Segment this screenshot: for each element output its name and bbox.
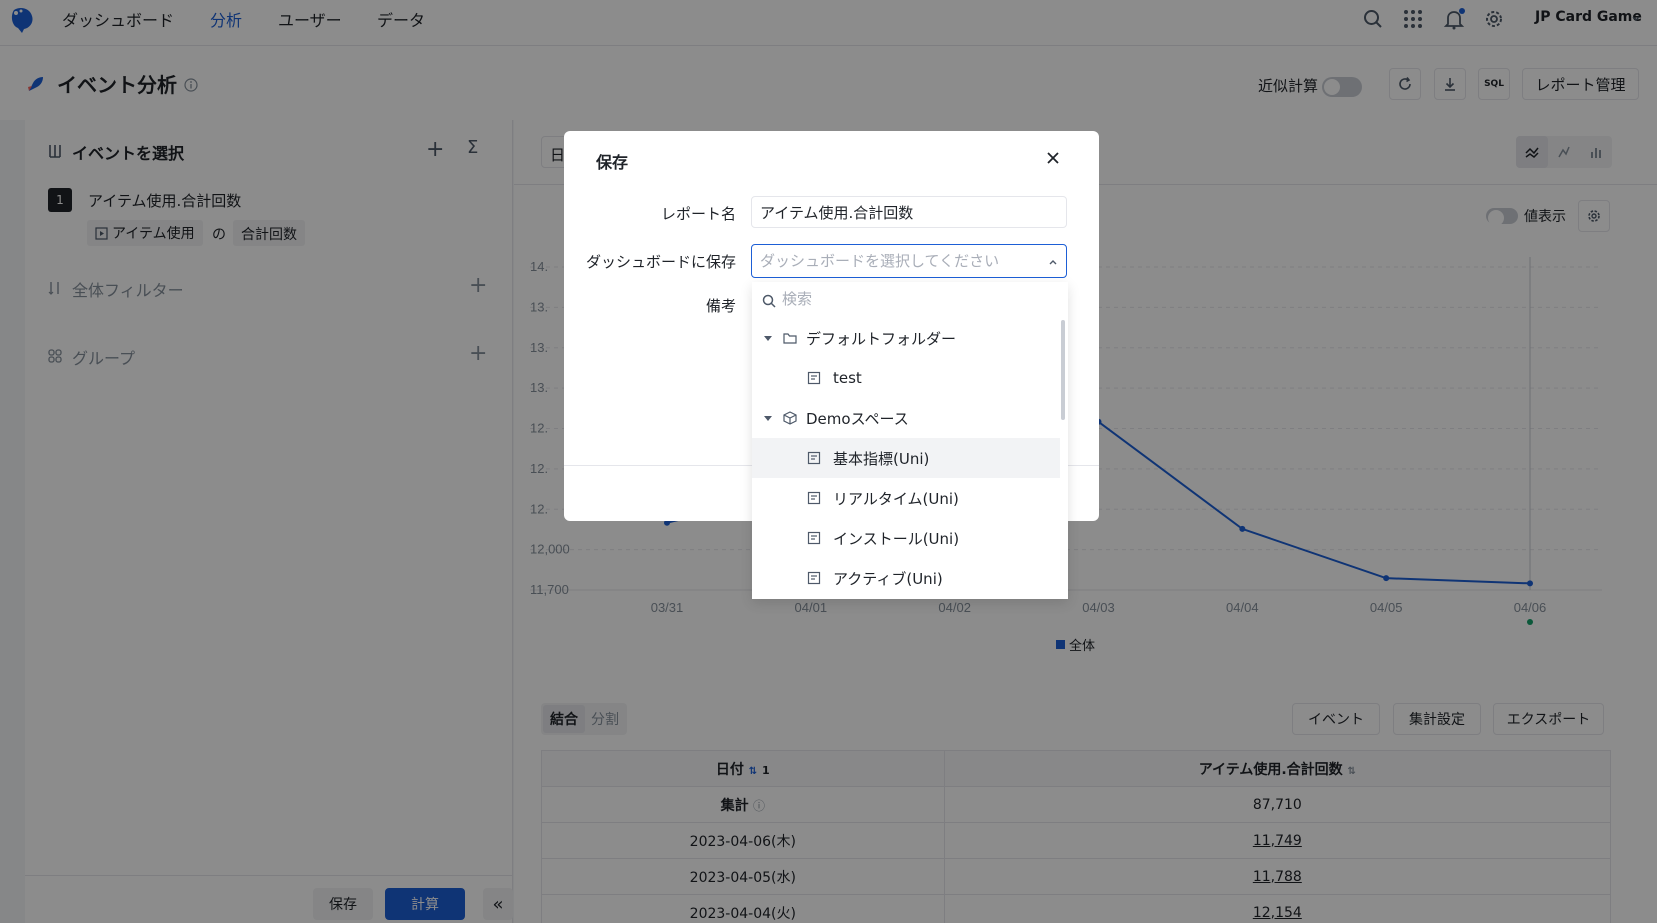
tree-item-test[interactable]: test [752, 358, 1060, 398]
folder-icon [783, 333, 797, 344]
tree-item-label: デフォルトフォルダー [806, 329, 957, 348]
dashboard-icon [807, 371, 821, 385]
tree-item-label: アクティブ(Uni) [833, 569, 943, 588]
cube-icon [783, 411, 797, 425]
dropdown-search-input[interactable] [782, 290, 1032, 308]
tree-item-active[interactable]: アクティブ(Uni) [752, 558, 1060, 598]
close-icon[interactable] [1042, 147, 1064, 169]
tree-item-label: Demoスペース [806, 409, 909, 428]
dashboard-icon [807, 491, 821, 505]
tree-item-label: インストール(Uni) [833, 529, 960, 548]
chevron-up-icon[interactable] [1048, 257, 1058, 267]
dialog-title: 保存 [596, 153, 629, 172]
dashboard-select-label: ダッシュボードに保存 [586, 253, 737, 271]
dashboard-icon [807, 531, 821, 545]
dashboard-dropdown: デフォルトフォルダー test Demoスペース 基本指標(Uni) リアルタイ… [752, 282, 1068, 599]
caret-down-icon[interactable] [764, 416, 772, 421]
caret-down-icon[interactable] [764, 336, 772, 341]
tree-item-label: 基本指標(Uni) [833, 449, 930, 468]
report-name-label: レポート名 [660, 205, 736, 223]
search-icon [762, 294, 776, 308]
dropdown-scrollbar[interactable] [1061, 320, 1065, 420]
tree-item-demo-space[interactable]: Demoスペース [752, 398, 1060, 438]
note-label: 備考 [705, 297, 736, 315]
tree-item-label: test [833, 369, 862, 387]
tree-item-basic-metrics[interactable]: 基本指標(Uni) [752, 438, 1060, 478]
dashboard-icon [807, 451, 821, 465]
tree-item-label: リアルタイム(Uni) [833, 489, 959, 508]
tree-item-install[interactable]: インストール(Uni) [752, 518, 1060, 558]
report-name-input[interactable] [751, 196, 1067, 228]
dashboard-select[interactable] [751, 244, 1067, 278]
tree-item-realtime[interactable]: リアルタイム(Uni) [752, 478, 1060, 518]
tree-item-default-folder[interactable]: デフォルトフォルダー [752, 318, 1060, 358]
dashboard-icon [807, 571, 821, 585]
